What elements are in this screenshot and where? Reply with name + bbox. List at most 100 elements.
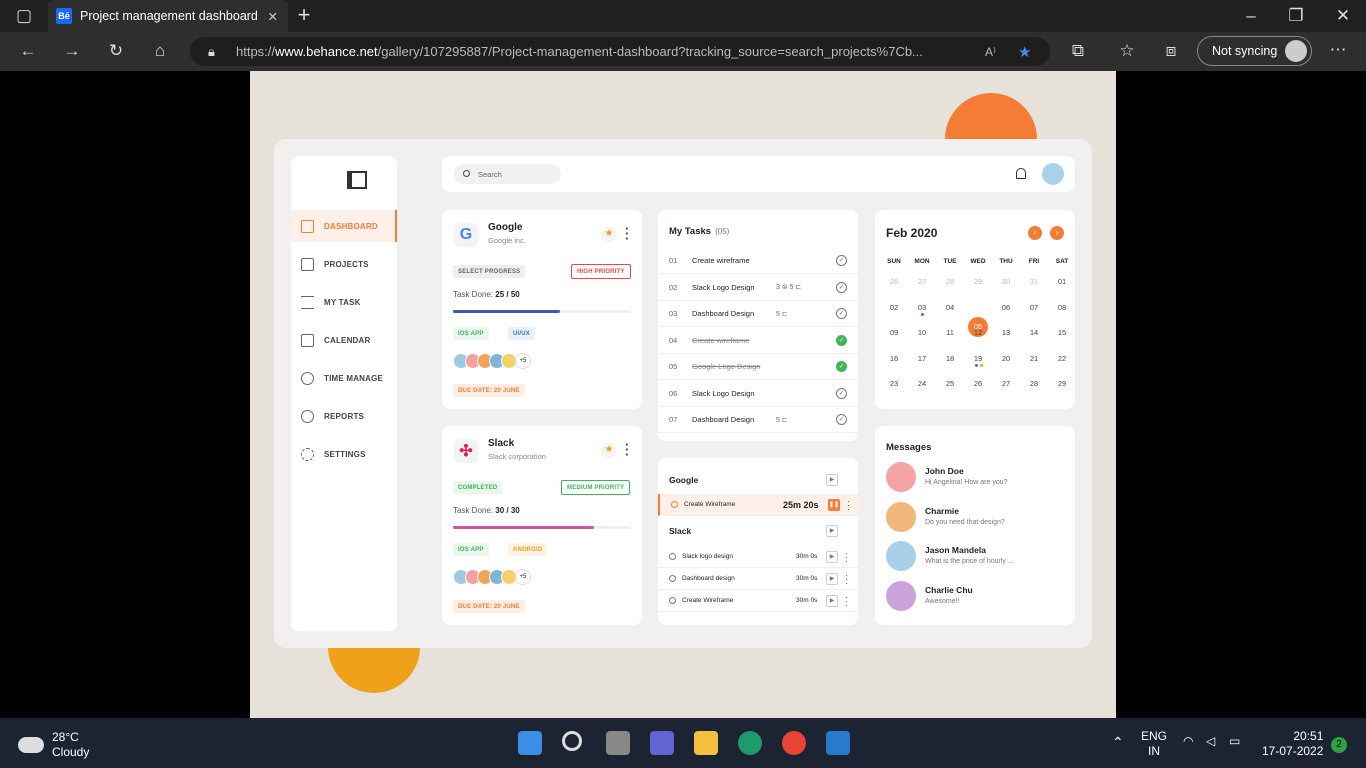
timer-row[interactable]: Dashboard design 30m 0s ▶ · · · <box>658 568 858 590</box>
project-card-slack[interactable]: ✣ Slack Slack corporation ★ · · · COMPLETE… <box>442 426 642 625</box>
collections-icon[interactable]: ⧈ <box>1159 41 1183 61</box>
check-circle-icon[interactable]: ✓ <box>836 255 847 266</box>
star-icon[interactable]: ★ <box>601 226 617 242</box>
calendar-day[interactable]: 21 <box>1023 354 1045 363</box>
calendar-day[interactable]: 28 <box>1023 379 1045 388</box>
check-circle-icon[interactable]: ✓ <box>836 387 847 399</box>
active-timer-row[interactable]: Create Wireframe 25m 20s ❚❚ · · · <box>658 494 858 516</box>
task-row[interactable]: 03 Dashboard Design 5 ⊏ ✓ <box>658 301 858 327</box>
calendar-day[interactable]: 04 <box>939 303 961 312</box>
restore-button[interactable]: ❐ <box>1284 6 1308 26</box>
edge-icon[interactable] <box>738 731 762 755</box>
check-circle-icon[interactable]: ✓ <box>836 334 847 346</box>
task-row[interactable]: 02 Slack Logo Design 3 ⊜ 5 ⊏ ✓ <box>658 275 858 301</box>
more-vertical-icon[interactable]: · · · <box>845 548 848 565</box>
back-button[interactable]: ← <box>16 41 40 61</box>
calendar-day[interactable]: 27 <box>911 277 933 286</box>
chevron-up-icon[interactable]: ⌃ <box>1112 734 1124 751</box>
message-item[interactable]: Charlie Chu Awesome!! <box>886 580 1071 613</box>
play-icon[interactable]: ▶ <box>826 572 838 585</box>
refresh-button[interactable]: ↻ <box>104 41 128 61</box>
calendar-day[interactable]: 10 <box>911 328 933 337</box>
task-view-icon[interactable] <box>606 731 630 755</box>
new-tab-button[interactable]: + <box>292 4 316 26</box>
more-vertical-icon[interactable]: · · · <box>847 496 850 513</box>
close-tab-icon[interactable]: ✕ <box>268 9 278 24</box>
more-vertical-icon[interactable]: · · · <box>845 570 848 587</box>
calendar-day[interactable]: 18 <box>939 354 961 363</box>
sidebar-item-reports[interactable]: REPORTS <box>291 400 397 432</box>
minimize-button[interactable]: – <box>1239 6 1263 26</box>
sidebar-item-settings[interactable]: SETTINGS <box>291 438 397 470</box>
more-vertical-icon[interactable]: · · · <box>845 592 848 609</box>
calendar-day[interactable]: 16 <box>883 354 905 363</box>
sidebar-item-dashboard[interactable]: DASHBOARD <box>291 210 397 242</box>
task-row[interactable]: 06 Slack Logo Design ✓ <box>658 381 858 407</box>
sidebar-item-calendar[interactable]: CALENDAR <box>291 324 397 356</box>
calendar-day[interactable]: 06 <box>995 303 1017 312</box>
search-input[interactable]: Search <box>454 164 561 184</box>
profile-sync-button[interactable]: Not syncing <box>1197 36 1312 66</box>
calendar-day[interactable]: 17 <box>911 354 933 363</box>
more-vertical-icon[interactable]: · · · <box>625 222 629 245</box>
start-icon[interactable] <box>518 731 542 755</box>
chrome-icon[interactable] <box>782 731 806 755</box>
read-aloud-icon[interactable]: A⁾ <box>985 45 996 59</box>
check-circle-icon[interactable]: ✓ <box>836 361 847 372</box>
forward-button[interactable]: → <box>60 41 84 61</box>
calendar-day[interactable]: 09 <box>883 328 905 337</box>
user-avatar[interactable] <box>1042 163 1064 185</box>
calendar-day[interactable]: 01 <box>1051 277 1073 286</box>
calendar-day[interactable]: 27 <box>995 379 1017 388</box>
sidebar-item-my-task[interactable]: MY TASK <box>291 286 397 318</box>
language-indicator[interactable]: ENG IN <box>1141 729 1167 759</box>
sidebar-item-time-manage[interactable]: TIME MANAGE <box>291 362 397 394</box>
favorite-star-icon[interactable]: ★ <box>1018 43 1031 61</box>
calendar-day[interactable]: 15 <box>1051 328 1073 337</box>
system-clock[interactable]: 20:51 17-07-2022 <box>1262 729 1323 759</box>
close-window-button[interactable]: ✕ <box>1331 6 1355 26</box>
calendar-day[interactable]: 13 <box>995 328 1017 337</box>
play-icon[interactable]: ▶ <box>826 525 838 537</box>
status-badge[interactable]: COMPLETED <box>453 481 503 494</box>
calendar-day[interactable]: 02 <box>883 303 905 312</box>
notification-badge[interactable]: 2 <box>1331 737 1347 753</box>
project-card-google[interactable]: G Google Google inc. ★ · · · SELECT PROGRE… <box>442 210 642 409</box>
calendar-day[interactable]: 26 <box>883 277 905 286</box>
next-month-icon[interactable]: › <box>1050 226 1064 240</box>
task-row[interactable]: 01 Create wireframe ✓ <box>658 248 858 274</box>
calendar-day[interactable]: 28 <box>939 277 961 286</box>
sidebar-item-projects[interactable]: PROJECTS <box>291 248 397 280</box>
task-row[interactable]: 07 Dashboard Design 5 ⊏ ✓ <box>658 407 858 433</box>
status-badge[interactable]: SELECT PROGRESS <box>453 265 526 278</box>
task-row[interactable]: 04 Create wireframe ✓ <box>658 328 858 354</box>
bell-icon[interactable] <box>1016 168 1026 179</box>
more-members-badge[interactable]: +5 <box>515 353 531 369</box>
search-icon[interactable] <box>562 731 582 751</box>
more-members-badge[interactable]: +5 <box>515 569 531 585</box>
calendar-day[interactable]: 30 <box>995 277 1017 286</box>
timer-row[interactable]: Slack logo design 30m 0s ▶ · · · <box>658 546 858 568</box>
timer-row[interactable]: Create Wireframe 30m 0s ▶ · · · <box>658 590 858 612</box>
favorites-icon[interactable]: ☆ <box>1115 41 1139 61</box>
chat-icon[interactable] <box>650 731 674 755</box>
task-row[interactable]: 05 Google Logo Design ✓ <box>658 354 858 380</box>
message-item[interactable]: John Doe Hi Angelina! How are you? <box>886 462 1071 494</box>
extensions-icon[interactable]: ⧉ <box>1066 41 1090 61</box>
calendar-day[interactable]: 08 <box>1051 303 1073 312</box>
browser-tab[interactable]: Bē Project management dashboard ✕ <box>48 0 288 32</box>
calendar-day[interactable]: 29 <box>1051 379 1073 388</box>
wifi-icon[interactable]: ◠ <box>1183 734 1193 748</box>
vscode-icon[interactable] <box>826 731 850 755</box>
play-icon[interactable]: ▶ <box>826 550 838 563</box>
check-circle-icon[interactable]: ✓ <box>836 308 847 319</box>
prev-month-icon[interactable]: ‹ <box>1028 226 1042 240</box>
calendar-day[interactable]: 07 <box>1023 303 1045 312</box>
check-circle-icon[interactable]: ✓ <box>836 281 847 293</box>
calendar-day[interactable]: 19 <box>967 354 989 363</box>
home-button[interactable]: ⌂ <box>148 41 172 61</box>
more-vertical-icon[interactable]: · · · <box>625 438 629 461</box>
settings-more-icon[interactable]: ⋯ <box>1326 40 1350 60</box>
calendar-day[interactable]: 23 <box>883 379 905 388</box>
calendar-day[interactable]: 25 <box>939 379 961 388</box>
